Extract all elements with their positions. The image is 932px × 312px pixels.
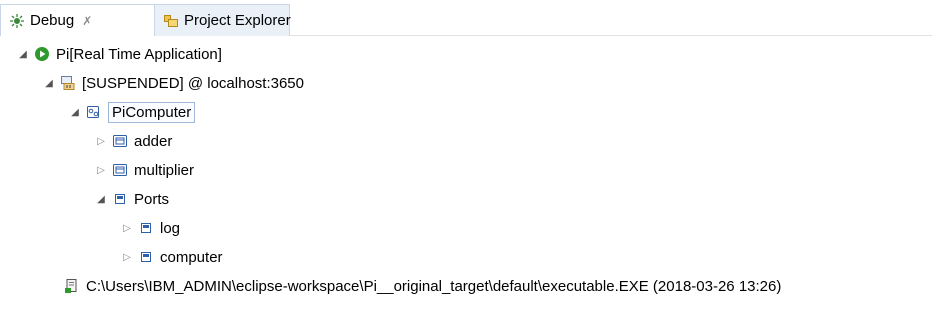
tree-item-ports[interactable]: ◢ Ports <box>96 185 169 213</box>
tree-item-label: PiComputer <box>108 101 196 123</box>
tree-item-application[interactable]: ◢ Pi[Real Time Application] <box>18 40 222 68</box>
tree-item-label: Pi[Real Time Application] <box>56 45 222 63</box>
instance-icon <box>112 133 128 149</box>
tab-project-explorer-label: Project Explorer <box>184 12 291 29</box>
port-icon <box>138 249 154 265</box>
project-explorer-icon <box>163 13 179 29</box>
port-icon <box>138 220 154 236</box>
tree-item-process[interactable]: C:\Users\IBM_ADMIN\eclipse-workspace\Pi_… <box>64 272 781 300</box>
tree-item-adder[interactable]: ▷ adder <box>96 127 172 155</box>
component-icon <box>86 104 102 120</box>
process-icon <box>64 278 80 294</box>
tree-item-label: [SUSPENDED] @ localhost:3650 <box>82 74 304 92</box>
debug-icon <box>9 13 25 29</box>
expanded-arrow-icon[interactable]: ◢ <box>96 194 106 205</box>
tree-item-label: computer <box>160 248 223 266</box>
collapsed-arrow-icon[interactable]: ▷ <box>122 223 132 234</box>
tree-item-component[interactable]: ◢ PiComputer <box>70 98 196 126</box>
run-icon <box>34 46 50 62</box>
port-icon <box>112 191 128 207</box>
collapsed-arrow-icon[interactable]: ▷ <box>122 252 132 263</box>
tab-debug-label: Debug <box>30 12 75 29</box>
tree-item-multiplier[interactable]: ▷ multiplier <box>96 156 194 184</box>
debug-tree: ◢ Pi[Real Time Application] ◢ [SUSPENDED… <box>0 36 932 312</box>
tree-item-target[interactable]: ◢ [SUSPENDED] @ localhost:3650 <box>44 69 304 97</box>
collapsed-arrow-icon[interactable]: ▷ <box>96 165 106 176</box>
tree-item-label: Ports <box>134 190 170 208</box>
tree-item-label: log <box>160 219 181 237</box>
tab-debug[interactable]: Debug ✗ <box>0 4 155 36</box>
suspended-target-icon <box>60 75 76 91</box>
expanded-arrow-icon[interactable]: ◢ <box>70 107 80 118</box>
tree-item-label: multiplier <box>134 161 195 179</box>
expanded-arrow-icon[interactable]: ◢ <box>44 78 54 89</box>
tree-item-label: adder <box>134 132 173 150</box>
expanded-arrow-icon[interactable]: ◢ <box>18 49 28 60</box>
tree-item-log[interactable]: ▷ log <box>122 214 180 242</box>
instance-icon <box>112 162 128 178</box>
tree-item-computer[interactable]: ▷ computer <box>122 243 223 271</box>
tree-item-label: C:\Users\IBM_ADMIN\eclipse-workspace\Pi_… <box>86 277 782 295</box>
tab-project-explorer[interactable]: Project Explorer <box>155 4 291 36</box>
view-tab-bar: Debug ✗ Project Explorer <box>0 0 932 36</box>
collapsed-arrow-icon[interactable]: ▷ <box>96 136 106 147</box>
close-icon[interactable]: ✗ <box>82 14 92 28</box>
